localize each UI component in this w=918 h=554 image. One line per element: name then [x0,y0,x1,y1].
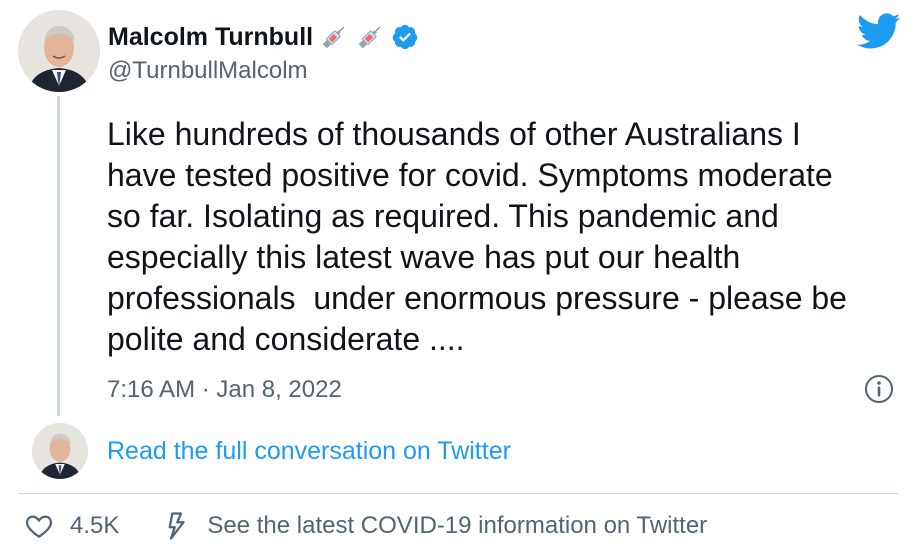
syringe-icon [319,22,349,52]
author-name-row: Malcolm Turnbull [108,22,419,52]
covid-info-link[interactable]: See the latest COVID-19 information on T… [207,512,707,540]
info-icon[interactable] [863,373,895,405]
verified-badge-icon [391,23,419,51]
author-handle[interactable]: @TurnbullMalcolm [108,57,308,85]
conversation-avatar[interactable] [32,423,88,479]
heart-icon[interactable] [24,511,54,541]
read-full-conversation-link[interactable]: Read the full conversation on Twitter [107,437,511,466]
thread-connector-line [57,96,60,416]
lightning-bolt-icon [161,511,191,541]
tweet-footer: 4.5K See the latest COVID-19 information… [24,511,707,541]
syringe-icon [355,22,385,52]
author-name[interactable]: Malcolm Turnbull [108,23,313,52]
twitter-bird-icon[interactable] [855,12,901,50]
footer-divider [18,493,898,494]
like-count[interactable]: 4.5K [70,512,119,540]
author-avatar[interactable] [18,10,100,92]
tweet-text: Like hundreds of thousands of other Aust… [107,116,847,357]
tweet-timestamp[interactable]: 7:16 AM · Jan 8, 2022 [107,376,342,404]
